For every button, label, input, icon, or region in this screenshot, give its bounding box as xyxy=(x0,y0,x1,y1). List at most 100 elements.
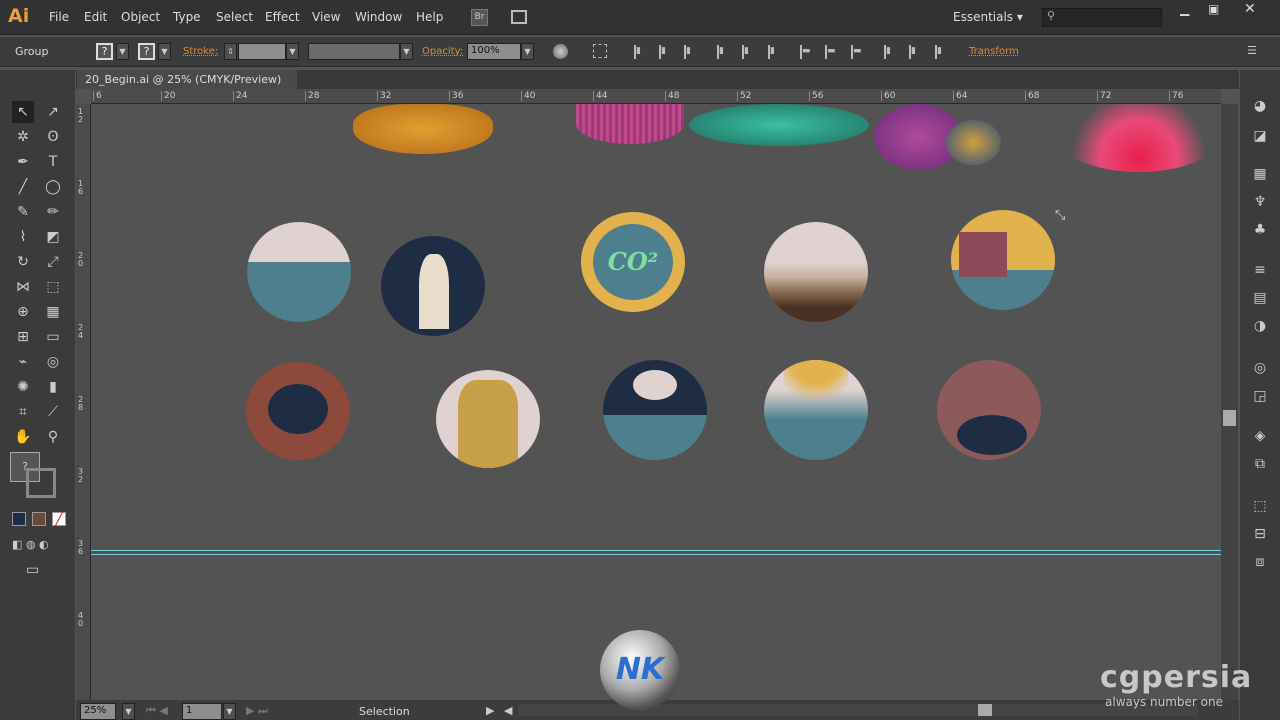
icon-co2[interactable]: CO² xyxy=(581,212,685,312)
zoom-level-input[interactable]: 25% xyxy=(80,703,116,720)
menu-view[interactable]: View xyxy=(312,10,340,24)
draw-mode-icon[interactable]: ◧ ◍ ◐ xyxy=(12,538,49,551)
stroke-color-box[interactable] xyxy=(26,468,56,498)
color-mode-button[interactable] xyxy=(12,512,26,526)
fill-swatch[interactable]: ? xyxy=(96,43,113,60)
icon-backpack[interactable] xyxy=(436,370,540,468)
opacity-label[interactable]: Opacity: xyxy=(422,46,463,57)
eyedropper-tool-icon[interactable]: ⌁ xyxy=(12,351,34,373)
lasso-tool-icon[interactable]: ʘ xyxy=(42,126,64,148)
horizontal-ruler[interactable]: 6 20 24 28 32 36 40 44 48 52 56 60 64 68 72 76 xyxy=(91,89,1221,104)
ellipse-tool-icon[interactable]: ◯ xyxy=(42,176,64,198)
width-tool-icon[interactable]: ⋈ xyxy=(12,276,34,298)
opacity-input[interactable]: 100% xyxy=(467,43,521,60)
distribute-left-icon[interactable]: ▮ xyxy=(884,45,898,59)
layers-panel-icon[interactable]: ◈ xyxy=(1251,428,1269,446)
artboard-dropdown[interactable]: ▼ xyxy=(223,703,236,720)
align-top-icon[interactable]: ▮ xyxy=(717,45,731,59)
stroke-label[interactable]: Stroke: xyxy=(183,46,218,57)
menu-effect[interactable]: Effect xyxy=(265,10,300,24)
coral-artwork-blue[interactable] xyxy=(946,120,1001,165)
recolor-artwork-icon[interactable] xyxy=(553,44,568,59)
pen-tool-icon[interactable]: ✒ xyxy=(12,151,34,173)
menu-window[interactable]: Window xyxy=(355,10,402,24)
blend-tool-icon[interactable]: ◎ xyxy=(42,351,64,373)
canvas[interactable]: CO² ⤡ xyxy=(91,104,1221,700)
type-tool-icon[interactable]: T xyxy=(42,151,64,173)
menu-type[interactable]: Type xyxy=(173,10,201,24)
control-panel-menu-icon[interactable]: ☰ xyxy=(1247,44,1257,57)
variable-width-profile[interactable] xyxy=(308,43,400,60)
stroke-weight-input[interactable] xyxy=(238,43,286,60)
search-input[interactable]: ⚲ xyxy=(1042,8,1162,27)
align-vertical-center-icon[interactable]: ▮ xyxy=(742,45,756,59)
align-bottom-icon[interactable]: ▮ xyxy=(768,45,782,59)
perspective-grid-tool-icon[interactable]: ▦ xyxy=(42,301,64,323)
graphic-styles-panel-icon[interactable]: ◲ xyxy=(1251,388,1269,406)
horizontal-scrollbar[interactable] xyxy=(518,704,1198,716)
shape-builder-tool-icon[interactable]: ⊕ xyxy=(12,301,34,323)
icon-ocean-waves[interactable] xyxy=(247,222,351,322)
guide-line[interactable] xyxy=(91,550,1221,555)
free-transform-tool-icon[interactable]: ⬚ xyxy=(42,276,64,298)
pathfinder-panel-icon[interactable]: ⧈ xyxy=(1251,554,1269,572)
appearance-panel-icon[interactable]: ◎ xyxy=(1251,360,1269,378)
color-panel-icon[interactable]: ◕ xyxy=(1251,98,1269,116)
screen-mode-icon[interactable]: ▭ xyxy=(26,562,39,578)
icon-sediment-layers[interactable] xyxy=(764,222,868,322)
pencil-tool-icon[interactable]: ✏ xyxy=(42,201,64,223)
status-menu-arrow[interactable]: ▶ xyxy=(486,704,494,717)
profile-dropdown[interactable]: ▼ xyxy=(400,43,413,60)
menu-select[interactable]: Select xyxy=(216,10,253,24)
vertical-scrollbar[interactable] xyxy=(1221,104,1238,700)
slice-tool-icon[interactable]: ⟋ xyxy=(42,401,64,423)
selection-tool-icon[interactable]: ↖ xyxy=(12,101,34,123)
icon-crab[interactable] xyxy=(246,362,350,460)
magic-wand-tool-icon[interactable]: ✲ xyxy=(12,126,34,148)
menu-help[interactable]: Help xyxy=(416,10,443,24)
scroll-left-arrow[interactable]: ◀ xyxy=(504,704,512,717)
transform-link[interactable]: Transform xyxy=(969,46,1019,57)
scale-tool-icon[interactable]: ⤢ xyxy=(42,251,64,273)
artboards-panel-icon[interactable]: ⧉ xyxy=(1251,456,1269,474)
maximize-button[interactable]: ▣ xyxy=(1208,2,1219,16)
menu-edit[interactable]: Edit xyxy=(84,10,107,24)
current-tool-status[interactable]: Selection xyxy=(359,705,410,718)
gradient-panel-icon[interactable]: ▤ xyxy=(1251,290,1269,308)
distribute-vertical-center-icon[interactable]: ▬ xyxy=(825,45,839,59)
align-panel-icon[interactable]: ⊟ xyxy=(1251,526,1269,544)
stroke-weight-dropdown[interactable]: ▼ xyxy=(286,43,299,60)
paintbrush-tool-icon[interactable]: ✎ xyxy=(12,201,34,223)
mesh-tool-icon[interactable]: ⊞ xyxy=(12,326,34,348)
symbol-sprayer-tool-icon[interactable]: ✺ xyxy=(12,376,34,398)
first-artboard-button[interactable]: ⏮ ◀ xyxy=(146,704,168,718)
hand-tool-icon[interactable]: ✋ xyxy=(12,426,34,448)
opacity-dropdown[interactable]: ▼ xyxy=(521,43,534,60)
coral-artwork-orange[interactable] xyxy=(353,104,493,154)
arrange-documents-icon[interactable] xyxy=(511,10,527,24)
symbols-panel-icon[interactable]: ♣ xyxy=(1251,222,1269,240)
menu-object[interactable]: Object xyxy=(121,10,160,24)
artboard-number-input[interactable]: 1 xyxy=(182,703,222,720)
direct-selection-tool-icon[interactable]: ↗ xyxy=(42,101,64,123)
horizontal-scroll-thumb[interactable] xyxy=(978,704,992,716)
gradient-mode-button[interactable] xyxy=(32,512,46,526)
document-tab[interactable]: 20_Begin.ai @ 25% (CMYK/Preview) × xyxy=(77,70,297,99)
icon-mushroom-cloud[interactable] xyxy=(603,360,707,460)
align-horizontal-center-icon[interactable]: ▮ xyxy=(659,45,673,59)
workspace-switcher[interactable]: Essentials ▾ xyxy=(953,10,1023,24)
brushes-panel-icon[interactable]: ♆ xyxy=(1251,194,1269,212)
stroke-weight-stepper[interactable]: ⇕ xyxy=(224,43,237,60)
distribute-top-icon[interactable]: ▬ xyxy=(800,45,814,59)
rotate-tool-icon[interactable]: ↻ xyxy=(12,251,34,273)
stroke-swatch[interactable]: ? xyxy=(138,43,155,60)
coral-artwork-green[interactable] xyxy=(689,104,869,146)
blob-brush-tool-icon[interactable]: ⌇ xyxy=(12,226,34,248)
vertical-ruler[interactable]: 12 16 20 24 28 32 36 40 xyxy=(76,104,91,700)
column-graph-tool-icon[interactable]: ▮ xyxy=(42,376,64,398)
distribute-right-icon[interactable]: ▮ xyxy=(935,45,949,59)
coral-artwork-pink[interactable] xyxy=(576,104,684,144)
close-window-button[interactable]: ✕ xyxy=(1244,1,1256,17)
transform-panel-icon[interactable]: ⬚ xyxy=(1251,498,1269,516)
transparency-panel-icon[interactable]: ◑ xyxy=(1251,318,1269,336)
